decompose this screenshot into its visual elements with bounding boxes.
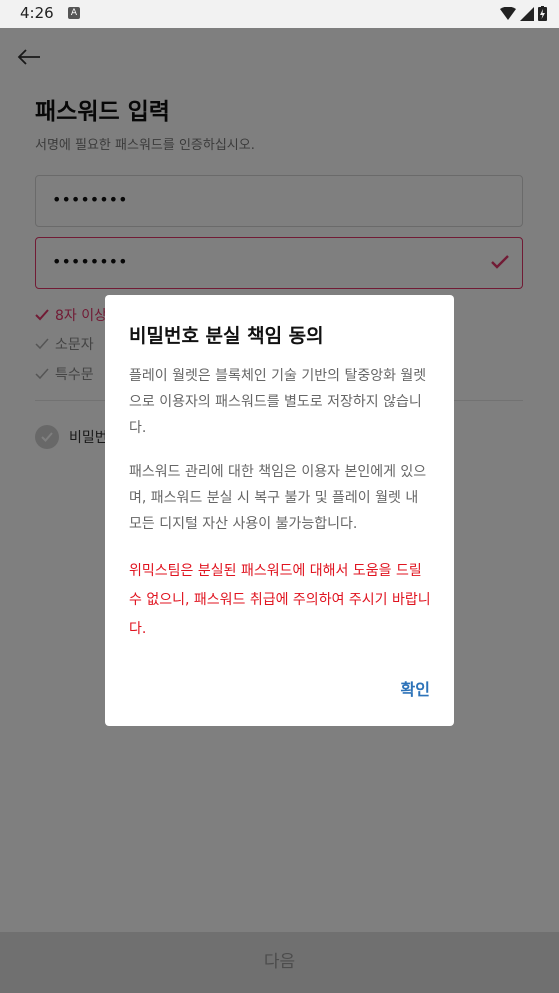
status-icons	[500, 6, 547, 21]
dialog-paragraph: 플레이 월렛은 블록체인 기술 기반의 탈중앙화 월렛으로 이용자의 패스워드를…	[129, 368, 427, 436]
notification-icon: A	[68, 7, 80, 19]
password-loss-dialog: 비밀번호 분실 책임 동의 플레이 월렛은 블록체인 기술 기반의 탈중앙화 월…	[105, 295, 454, 726]
signal-icon	[520, 6, 534, 21]
dialog-paragraph: 패스워드 관리에 대한 책임은 이용자 본인에게 있으며, 패스워드 분실 시 …	[129, 464, 427, 532]
status-bar: 4:26 A	[0, 0, 559, 28]
wifi-icon	[500, 6, 516, 20]
dialog-title: 비밀번호 분실 책임 동의	[129, 325, 324, 347]
dialog-warning: 위믹스팀은 분실된 패스워드에 대해서 도움을 드릴 수 없으니, 패스워드 취…	[129, 563, 431, 637]
status-time: 4:26	[20, 4, 54, 22]
confirm-button[interactable]: 확인	[401, 676, 430, 700]
battery-icon	[538, 6, 547, 21]
